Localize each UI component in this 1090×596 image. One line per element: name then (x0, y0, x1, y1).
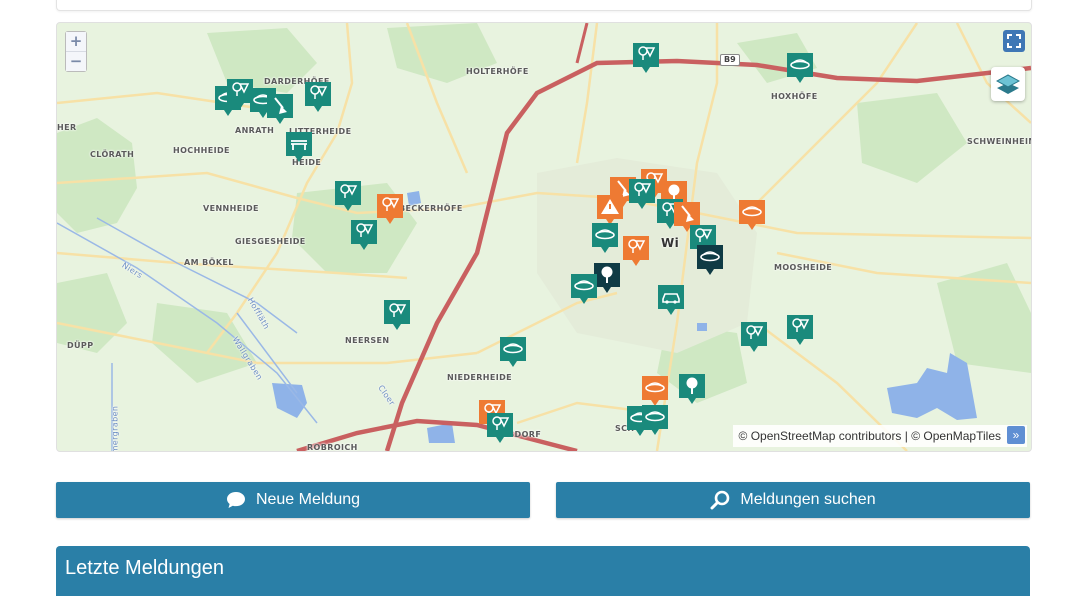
report-marker[interactable] (629, 179, 655, 209)
new-report-button[interactable]: Neue Meldung (56, 482, 530, 518)
attribution-text[interactable]: © OpenStreetMap contributors | © OpenMap… (739, 429, 1001, 443)
place-label: HOCHHEIDE (173, 146, 230, 155)
report-marker[interactable] (597, 195, 623, 225)
report-marker-icon (351, 220, 377, 250)
new-report-label: Neue Meldung (255, 491, 361, 508)
report-marker[interactable] (351, 220, 377, 250)
fullscreen-icon (1007, 34, 1021, 48)
report-marker-icon (642, 405, 668, 435)
report-marker-icon (739, 200, 765, 230)
map-basemap (57, 23, 1031, 451)
report-marker-icon (787, 53, 813, 83)
report-marker[interactable] (377, 194, 403, 224)
report-marker-icon (787, 315, 813, 345)
place-label: VENNHEIDE (203, 204, 259, 213)
place-label: Wi (661, 236, 680, 250)
report-marker[interactable] (642, 405, 668, 435)
report-marker[interactable] (741, 322, 767, 352)
place-label: GIESGESHEIDE (235, 237, 306, 246)
place-label: MOOSHEIDE (774, 263, 833, 272)
report-marker-icon (623, 236, 649, 266)
report-marker[interactable] (384, 300, 410, 330)
report-marker-icon (592, 223, 618, 253)
fullscreen-button[interactable] (1003, 30, 1025, 52)
speech-bubble-icon (226, 492, 245, 508)
place-label: CLÖRATH (90, 150, 135, 159)
place-label: NEERSEN (345, 336, 390, 345)
map[interactable]: DARDERHÖFE HOLTERHÖFE HOXHÖFE ANRATH LIT… (56, 22, 1032, 452)
place-label: HER (57, 123, 77, 132)
report-marker[interactable] (658, 285, 684, 315)
zoom-control: + − (65, 31, 87, 72)
report-marker[interactable] (679, 374, 705, 404)
report-marker-icon (597, 195, 623, 225)
layers-icon (996, 74, 1020, 94)
report-marker[interactable] (594, 263, 620, 293)
place-label: ROBROICH (307, 443, 358, 452)
place-label: DÜPP (67, 341, 94, 350)
zoom-out-button[interactable]: − (66, 51, 86, 71)
report-marker[interactable] (487, 413, 513, 443)
latest-reports-header: Letzte Meldungen (56, 546, 1030, 596)
report-marker[interactable] (642, 376, 668, 406)
report-marker-icon (487, 413, 513, 443)
place-label: BECKERHÖFE (399, 204, 463, 213)
report-marker[interactable] (623, 236, 649, 266)
place-label: AM BÖKEL (184, 258, 234, 267)
report-marker-icon (500, 337, 526, 367)
attribution-expand-button[interactable]: » (1007, 426, 1025, 444)
report-marker[interactable] (286, 132, 312, 162)
place-label: HOXHÖFE (771, 92, 818, 101)
report-marker[interactable] (787, 315, 813, 345)
report-marker[interactable] (571, 274, 597, 304)
report-marker-icon (697, 245, 723, 275)
report-marker[interactable] (500, 337, 526, 367)
report-marker-icon (305, 82, 331, 112)
latest-reports-title: Letzte Meldungen (65, 557, 225, 579)
river-label: mergraben (110, 405, 120, 452)
report-marker-icon (633, 43, 659, 73)
report-marker-icon (377, 194, 403, 224)
report-marker-icon (629, 179, 655, 209)
search-reports-button[interactable]: Meldungen suchen (556, 482, 1030, 518)
report-marker-icon (658, 285, 684, 315)
place-label: SCHWEINHEIM (967, 137, 1032, 146)
report-marker[interactable] (633, 43, 659, 73)
place-label: ANRATH (235, 126, 275, 135)
road-shield: B9 (720, 54, 740, 66)
report-marker-icon (286, 132, 312, 162)
report-marker[interactable] (305, 82, 331, 112)
zoom-in-button[interactable]: + (66, 32, 86, 51)
report-marker-icon (594, 263, 620, 293)
place-label: NIEDERHEIDE (447, 373, 513, 382)
report-marker[interactable] (267, 94, 293, 124)
report-marker-icon (642, 376, 668, 406)
previous-card (56, 0, 1032, 11)
report-marker-icon (679, 374, 705, 404)
report-marker-icon (571, 274, 597, 304)
layers-button[interactable] (991, 67, 1025, 101)
report-marker[interactable] (697, 245, 723, 275)
search-icon (710, 490, 730, 510)
report-marker-icon (384, 300, 410, 330)
report-marker[interactable] (739, 200, 765, 230)
report-marker-icon (267, 94, 293, 124)
report-marker[interactable] (592, 223, 618, 253)
report-marker[interactable] (335, 181, 361, 211)
report-marker-icon (741, 322, 767, 352)
place-label: HOLTERHÖFE (466, 67, 529, 76)
report-marker[interactable] (787, 53, 813, 83)
map-attribution: © OpenStreetMap contributors | © OpenMap… (732, 425, 1027, 447)
report-marker-icon (335, 181, 361, 211)
search-reports-label: Meldungen suchen (740, 491, 876, 508)
